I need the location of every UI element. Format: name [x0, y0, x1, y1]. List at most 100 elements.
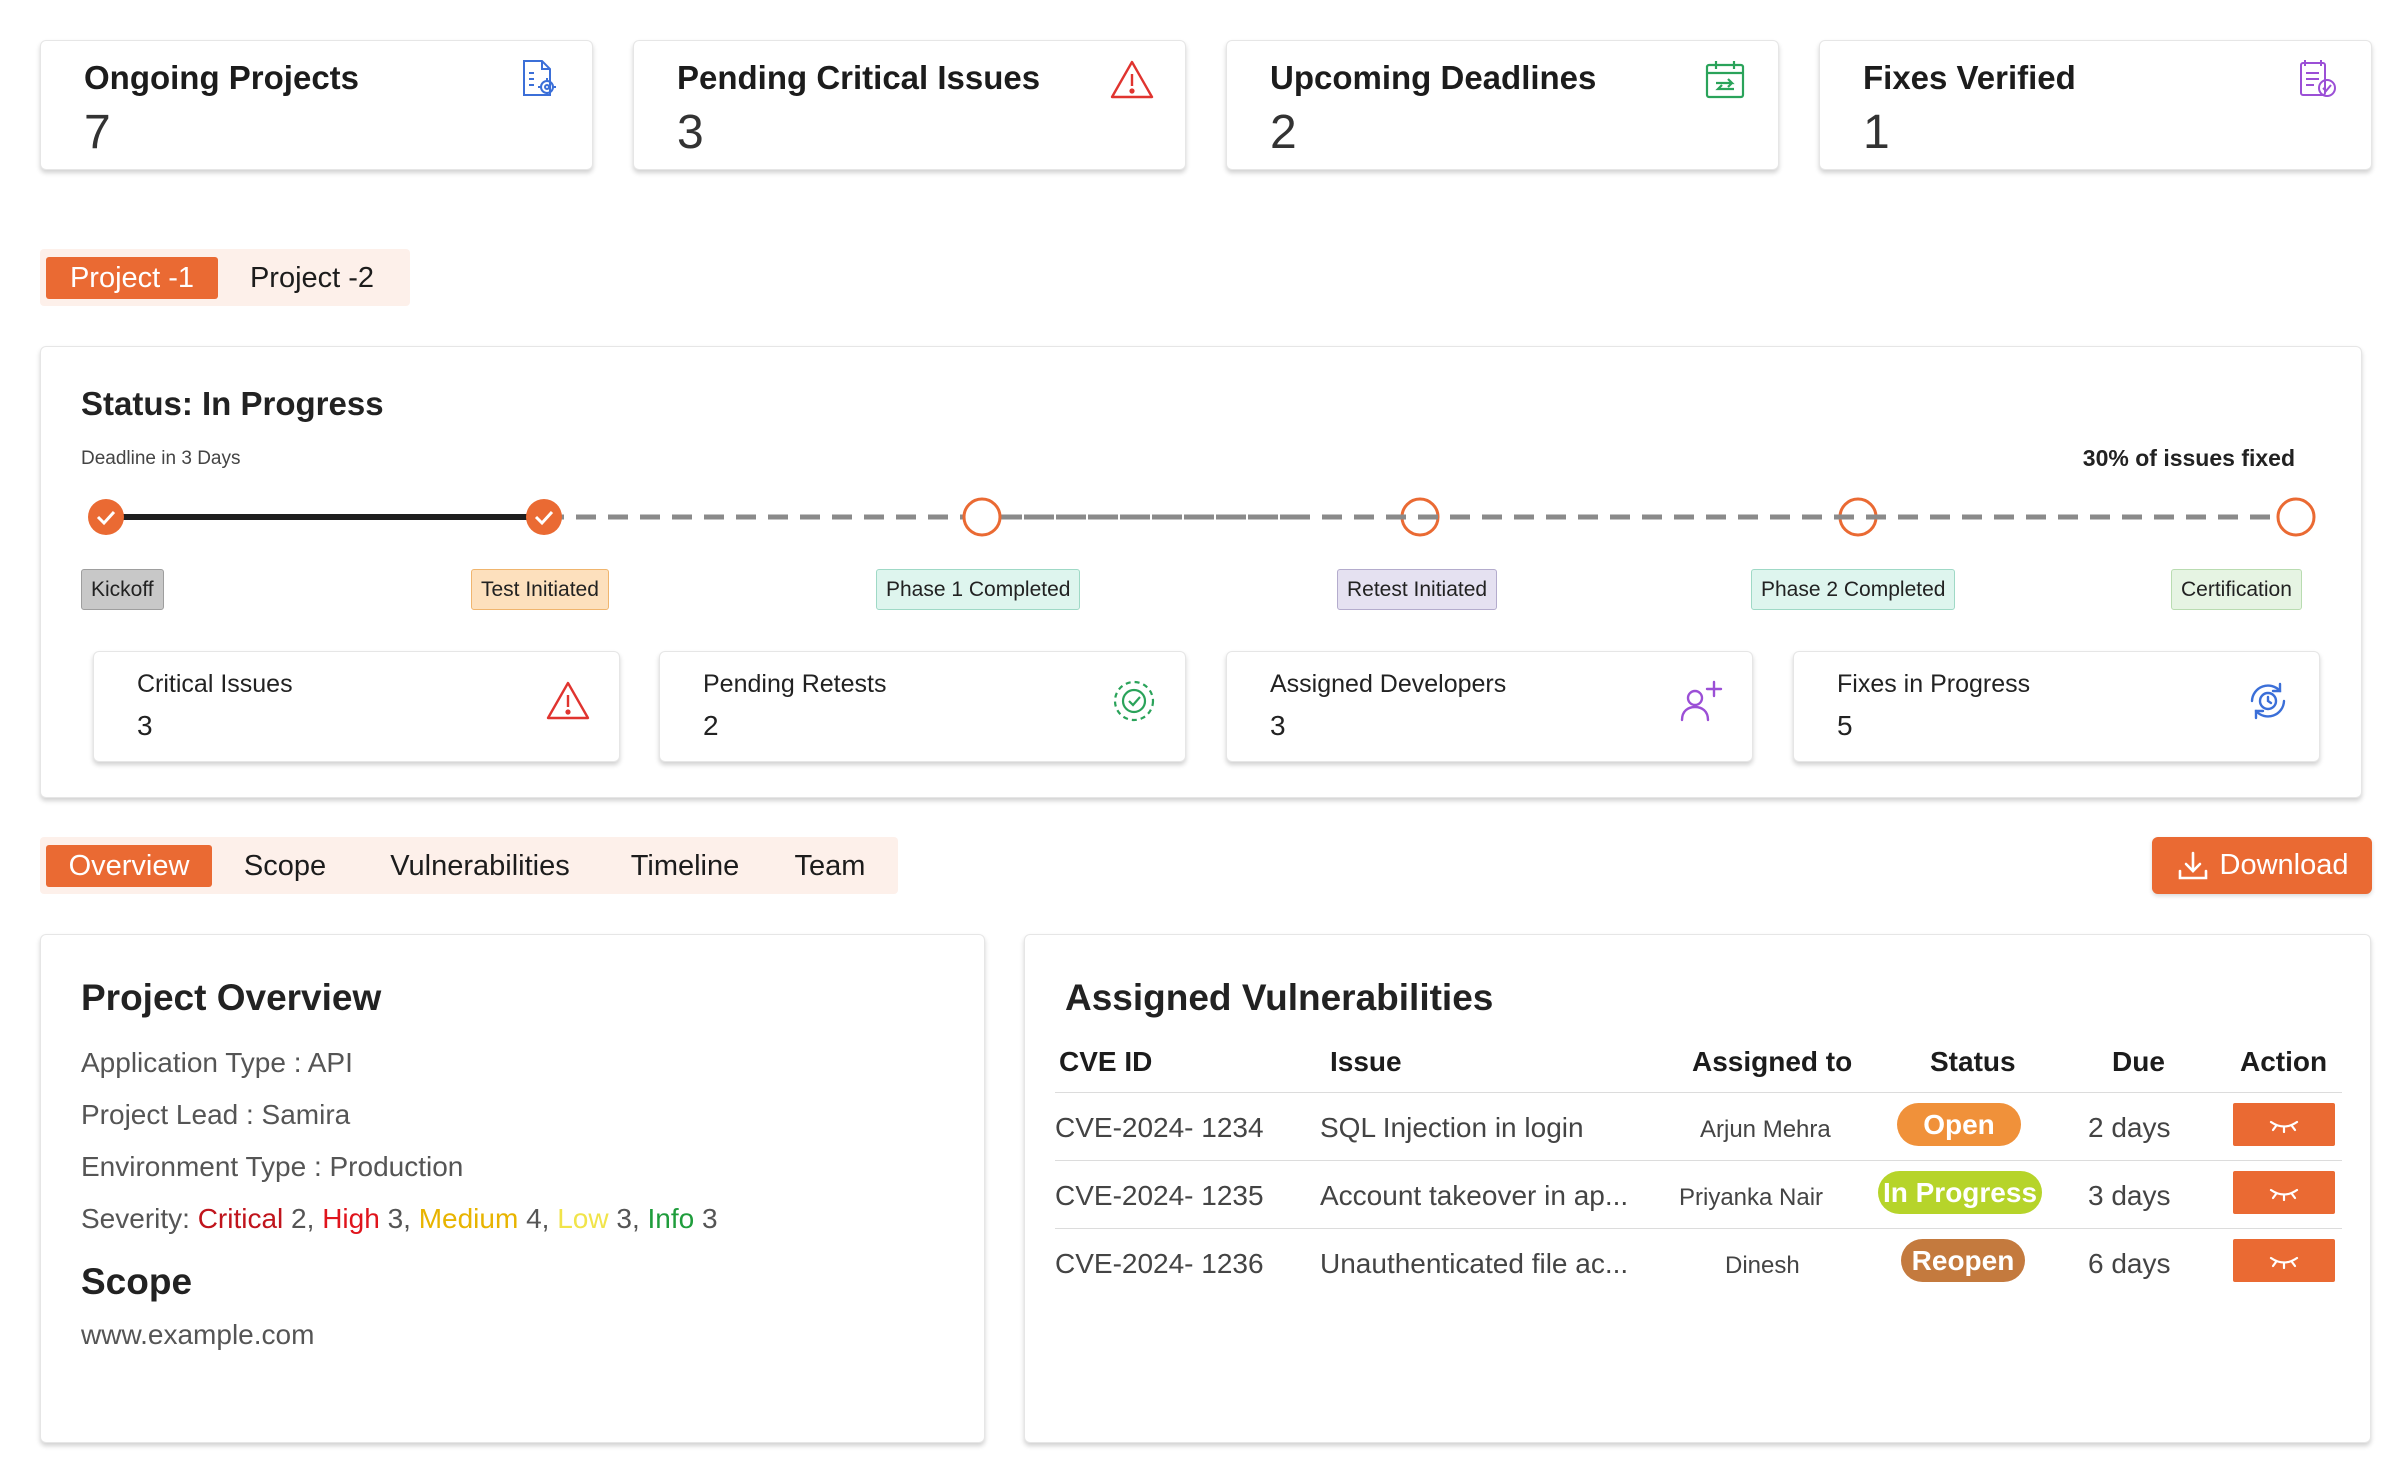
due-text: 2 days: [2088, 1112, 2171, 1143]
stat-value: 2: [1270, 106, 1297, 159]
view-action-button[interactable]: [2233, 1239, 2335, 1282]
severity-info-label: Info: [647, 1203, 695, 1234]
cve-id: CVE-2024- 1235: [1055, 1180, 1264, 1211]
stat-value: 7: [84, 106, 111, 159]
severity-label: Severity:: [81, 1203, 198, 1234]
warning-triangle-icon: [546, 681, 590, 720]
severity-low-label: Low: [557, 1203, 609, 1234]
project-tabs: Project -1 Project -2: [40, 249, 410, 306]
severity-summary: Severity: Critical 2, High 3, Medium 4, …: [81, 1203, 718, 1234]
metric-label: Fixes in Progress: [1837, 670, 2031, 698]
column-header-status: Status: [1930, 1046, 2016, 1077]
environment-type: Environment Type : Production: [81, 1151, 464, 1182]
table-divider: [1055, 1228, 2342, 1229]
view-action-button[interactable]: [2233, 1103, 2335, 1146]
metric-card-fixes-in-progress: Fixes in Progress 5: [1793, 651, 2320, 762]
metric-label: Pending Retests: [703, 670, 887, 698]
document-gear-icon: [523, 60, 556, 96]
stat-title: Ongoing Projects: [84, 59, 360, 96]
project-lead: Project Lead : Samira: [81, 1099, 351, 1130]
scope-url: www.example.com: [81, 1319, 315, 1350]
download-button[interactable]: Download: [2152, 837, 2372, 894]
download-icon: [2178, 851, 2207, 879]
add-user-icon: [1680, 680, 1723, 722]
step-chip-kickoff: Kickoff: [81, 569, 164, 610]
deadline-text: Deadline in 3 Days: [81, 448, 241, 469]
stat-title: Fixes Verified: [1863, 59, 2076, 96]
tab-team[interactable]: Team: [785, 845, 875, 887]
tab-scope[interactable]: Scope: [240, 845, 330, 887]
tab-project-2[interactable]: Project -2: [236, 257, 388, 299]
tab-vulnerabilities[interactable]: Vulnerabilities: [380, 845, 580, 887]
step-chip-phase2-completed: Phase 2 Completed: [1751, 569, 1956, 610]
cve-id: CVE-2024- 1236: [1055, 1248, 1264, 1279]
timeline-step-phase1: [962, 497, 1002, 537]
project-overview-panel: Project Overview Application Type : API …: [40, 934, 985, 1443]
column-header-cve-id: CVE ID: [1059, 1046, 1153, 1077]
stat-card-pending-critical: Pending Critical Issues 3: [633, 40, 1186, 170]
timeline-step-retest: [1400, 497, 1440, 537]
step-chip-retest-initiated: Retest Initiated: [1337, 569, 1498, 610]
progress-timeline: [88, 497, 2316, 537]
assigned-vulnerabilities-panel: Assigned Vulnerabilities CVE ID Issue As…: [1024, 934, 2371, 1443]
severity-medium-count: 4: [526, 1203, 542, 1234]
metric-label: Critical Issues: [137, 670, 293, 698]
retest-badge-icon: [1113, 680, 1155, 722]
tab-overview[interactable]: Overview: [46, 845, 212, 887]
column-header-issue: Issue: [1330, 1046, 1402, 1077]
table-divider: [1055, 1160, 2342, 1161]
due-text: 3 days: [2088, 1180, 2171, 1211]
severity-medium-label: Medium: [418, 1203, 519, 1234]
issue-text: Unauthenticated file ac...: [1320, 1248, 1629, 1279]
assigned-developer: Arjun Mehra: [1700, 1116, 1831, 1143]
stat-card-fixes-verified: Fixes Verified 1: [1819, 40, 2372, 170]
issue-text: Account takeover in ap...: [1320, 1180, 1629, 1211]
metric-card-pending-retests: Pending Retests 2: [659, 651, 1186, 762]
severity-low-count: 3: [616, 1203, 632, 1234]
metric-label: Assigned Developers: [1270, 670, 1507, 698]
tab-project-1[interactable]: Project -1: [46, 257, 218, 299]
stat-card-upcoming-deadlines: Upcoming Deadlines 2: [1226, 40, 1779, 170]
overview-title: Project Overview: [81, 977, 382, 1018]
step-chip-phase1-completed: Phase 1 Completed: [876, 569, 1081, 610]
timeline-step-certification: [2276, 497, 2316, 537]
issue-text: SQL Injection in login: [1320, 1112, 1584, 1143]
severity-high-label: High: [322, 1203, 380, 1234]
status-title: Status: In Progress: [81, 385, 384, 422]
scope-title: Scope: [81, 1261, 193, 1302]
view-action-button[interactable]: [2233, 1171, 2335, 1214]
timeline-step-phase2: [1838, 497, 1878, 537]
metric-value: 3: [137, 710, 153, 741]
severity-critical-label: Critical: [197, 1203, 284, 1234]
column-header-due: Due: [2112, 1046, 2165, 1077]
calendar-arrow-icon: [1705, 61, 1745, 99]
status-badge: Open: [1897, 1103, 2021, 1146]
eye-closed-icon: [2269, 1256, 2299, 1269]
vulnerabilities-title: Assigned Vulnerabilities: [1065, 977, 1494, 1018]
metric-card-critical-issues: Critical Issues 3: [93, 651, 620, 762]
section-tabs: Overview Scope Vulnerabilities Timeline …: [40, 837, 898, 894]
step-chip-certification: Certification: [2171, 569, 2302, 610]
application-type: Application Type : API: [81, 1047, 353, 1078]
tab-timeline[interactable]: Timeline: [620, 845, 750, 887]
due-text: 6 days: [2088, 1248, 2171, 1279]
metric-card-assigned-developers: Assigned Developers 3: [1226, 651, 1753, 762]
status-badge: In Progress: [1878, 1171, 2042, 1214]
clock-refresh-icon: [2250, 682, 2286, 720]
timeline-step-test-initiated: [526, 499, 562, 535]
status-badge: Reopen: [1901, 1239, 2025, 1282]
severity-info-count: 3: [702, 1203, 718, 1234]
warning-triangle-icon: [1110, 60, 1154, 99]
column-header-assigned-to: Assigned to: [1692, 1046, 1853, 1077]
eye-closed-icon: [2269, 1120, 2299, 1133]
metric-value: 2: [703, 710, 719, 741]
severity-critical-count: 2: [291, 1203, 307, 1234]
document-check-icon: [2300, 60, 2336, 97]
stat-title: Upcoming Deadlines: [1270, 59, 1597, 96]
metric-value: 3: [1270, 710, 1286, 741]
step-chip-test-initiated: Test Initiated: [471, 569, 609, 610]
assigned-developer: Priyanka Nair: [1679, 1184, 1824, 1211]
stat-title: Pending Critical Issues: [677, 59, 1041, 96]
issues-fixed-percent: 30% of issues fixed: [2082, 445, 2295, 471]
timeline-step-kickoff: [88, 499, 124, 535]
